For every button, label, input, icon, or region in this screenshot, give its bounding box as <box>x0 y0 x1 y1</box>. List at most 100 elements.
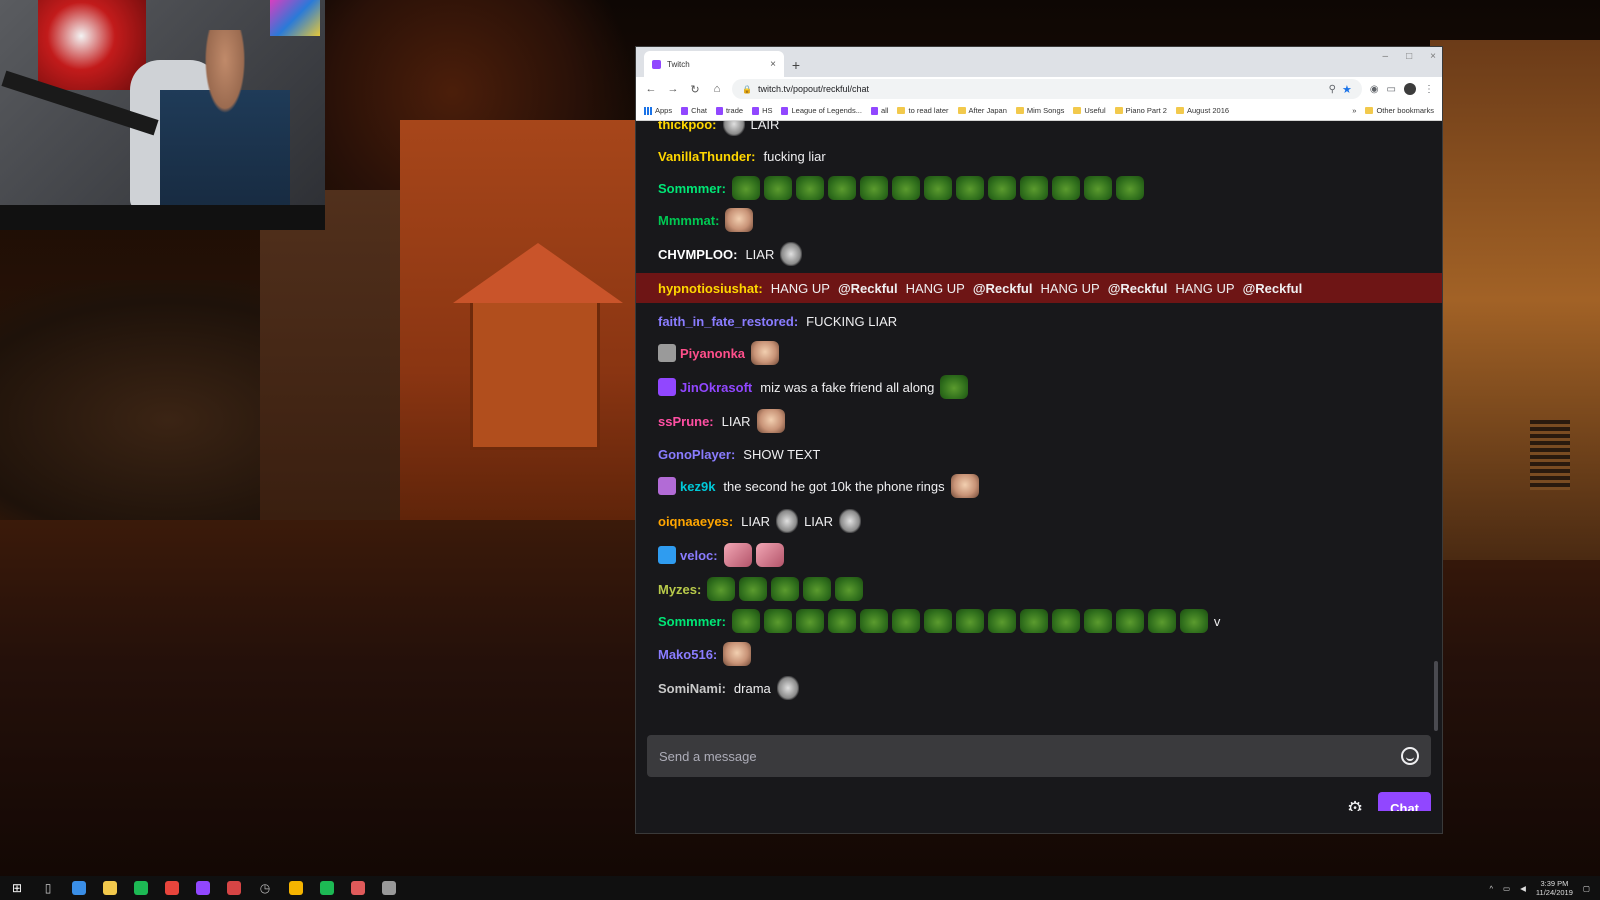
bookmark-item[interactable]: League of Legends... <box>781 106 862 115</box>
face-emote-icon[interactable] <box>950 474 979 498</box>
user-badge-icon[interactable] <box>658 477 676 495</box>
chat-username[interactable]: Piyanonka <box>680 346 745 361</box>
ghost-emote-icon[interactable] <box>776 509 799 533</box>
frog-emote-icon[interactable] <box>987 176 1016 200</box>
frog-emote-icon[interactable] <box>731 609 760 633</box>
frog-emote-icon[interactable] <box>771 577 800 601</box>
chat-settings-gear-icon[interactable]: ⚙ <box>1346 799 1364 811</box>
frog-emote-icon[interactable] <box>891 176 920 200</box>
face-emote-icon[interactable] <box>756 409 785 433</box>
chat-username[interactable]: JinOkrasoft <box>680 380 752 395</box>
face-emote-icon[interactable] <box>751 341 780 365</box>
frog-emote-icon[interactable] <box>731 176 760 200</box>
chat-username[interactable]: hypnotiosiushat: <box>658 281 763 296</box>
chat-username[interactable]: Myzes: <box>658 582 701 597</box>
other-bookmarks[interactable]: Other bookmarks <box>1365 106 1434 115</box>
chat-username[interactable]: GonoPlayer: <box>658 447 735 462</box>
new-tab-button[interactable]: + <box>784 57 808 73</box>
app-red-icon[interactable] <box>223 877 245 899</box>
chat-scrollbar[interactable] <box>1434 661 1438 731</box>
bookmark-item[interactable]: Chat <box>681 106 707 115</box>
zoom-icon[interactable]: ⚲ <box>1329 84 1336 95</box>
mention-link[interactable]: @Reckful <box>1243 281 1303 296</box>
maximize-button[interactable]: □ <box>1406 51 1412 62</box>
bookmark-item[interactable]: to read later <box>897 106 949 115</box>
bookmark-item[interactable]: HS <box>752 106 772 115</box>
bookmark-item[interactable]: Apps <box>644 106 672 115</box>
volume-icon[interactable]: ◀ <box>1520 884 1526 893</box>
frog-emote-icon[interactable] <box>1083 609 1112 633</box>
home-icon[interactable]: ⌂ <box>710 83 724 95</box>
frog-emote-icon[interactable] <box>1147 609 1176 633</box>
frog-emote-icon[interactable] <box>859 609 888 633</box>
menu-kebab-icon[interactable]: ⋮ <box>1424 84 1434 95</box>
frog-emote-icon[interactable] <box>763 176 792 200</box>
chat-username[interactable]: thickpoo: <box>658 121 717 132</box>
chat-username[interactable]: Mako516: <box>658 647 717 662</box>
bookmark-item[interactable]: trade <box>715 106 743 115</box>
frog-emote-icon[interactable] <box>1115 176 1144 200</box>
ghost-emote-icon[interactable] <box>722 121 745 136</box>
ghost-emote-icon[interactable] <box>780 242 803 266</box>
chat-username[interactable]: faith_in_fate_restored: <box>658 314 798 329</box>
notifications-icon[interactable]: ▢ <box>1583 884 1590 893</box>
user-badge-icon[interactable] <box>658 378 676 396</box>
frog-emote-icon[interactable] <box>835 577 864 601</box>
frog-emote-icon[interactable] <box>1179 609 1208 633</box>
task-view-icon[interactable]: ▯ <box>37 877 59 899</box>
mention-link[interactable]: @Reckful <box>838 281 898 296</box>
app-clock-icon[interactable]: ◷ <box>254 877 276 899</box>
spotify-icon[interactable] <box>316 877 338 899</box>
close-window-button[interactable]: × <box>1430 51 1436 62</box>
frog-emote-icon[interactable] <box>1083 176 1112 200</box>
frog-emote-icon[interactable] <box>795 176 824 200</box>
frog-emote-icon[interactable] <box>1115 609 1144 633</box>
network-icon[interactable]: ▭ <box>1503 884 1510 893</box>
app-misc-icon[interactable] <box>347 877 369 899</box>
chat-input[interactable] <box>659 748 1401 764</box>
chat-username[interactable]: veloc: <box>680 548 718 563</box>
face-emote-icon[interactable] <box>725 208 754 232</box>
frog-emote-icon[interactable] <box>707 577 736 601</box>
chat-username[interactable]: ssPrune: <box>658 414 714 429</box>
ghost-emote-icon[interactable] <box>776 676 799 700</box>
bookmark-star-icon[interactable]: ★ <box>1342 83 1352 96</box>
bookmark-item[interactable]: Piano Part 2 <box>1114 106 1167 115</box>
pink-emote-icon[interactable] <box>755 543 784 567</box>
mention-link[interactable]: @Reckful <box>973 281 1033 296</box>
forward-icon[interactable]: → <box>666 83 680 95</box>
frog-emote-icon[interactable] <box>859 176 888 200</box>
bookmark-item[interactable]: After Japan <box>957 106 1007 115</box>
chat-username[interactable]: Sommmer: <box>658 181 726 196</box>
emote-picker-icon[interactable] <box>1401 747 1419 765</box>
minimize-button[interactable]: – <box>1383 51 1389 62</box>
bookmark-item[interactable]: Mim Songs <box>1015 106 1064 115</box>
frog-emote-icon[interactable] <box>1019 176 1048 200</box>
file-explorer-icon[interactable] <box>99 877 121 899</box>
extension-icon[interactable]: ◉ <box>1370 84 1379 95</box>
profile-avatar[interactable] <box>1404 83 1416 95</box>
bookmark-item[interactable]: Useful <box>1073 106 1106 115</box>
frog-emote-icon[interactable] <box>955 609 984 633</box>
ghost-emote-icon[interactable] <box>838 509 861 533</box>
chat-username[interactable]: kez9k <box>680 479 715 494</box>
frog-emote-icon[interactable] <box>827 609 856 633</box>
frog-emote-icon[interactable] <box>763 609 792 633</box>
system-clock[interactable]: 3:39 PM 11/24/2019 <box>1536 879 1573 897</box>
frog-emote-icon[interactable] <box>955 176 984 200</box>
tab-twitch[interactable]: Twitch × <box>644 51 784 77</box>
pink-emote-icon[interactable] <box>723 543 752 567</box>
user-badge-icon[interactable] <box>658 546 676 564</box>
chat-username[interactable]: Sommmer: <box>658 614 726 629</box>
chat-username[interactable]: SomiNami: <box>658 681 726 696</box>
chat-username[interactable]: CHVMPLOO: <box>658 247 737 262</box>
frog-emote-icon[interactable] <box>923 609 952 633</box>
tray-chevron-icon[interactable]: ^ <box>1490 884 1494 893</box>
chat-username[interactable]: oiqnaaeyes: <box>658 514 733 529</box>
bookmark-item[interactable]: August 2016 <box>1175 106 1229 115</box>
frog-emote-icon[interactable] <box>827 176 856 200</box>
chat-message-list[interactable]: thickpoo: LAIR VanillaThunder: fucking liar… <box>636 121 1442 733</box>
frog-emote-icon[interactable] <box>1019 609 1048 633</box>
frog-emote-icon[interactable] <box>739 577 768 601</box>
frog-emote-icon[interactable] <box>1051 176 1080 200</box>
